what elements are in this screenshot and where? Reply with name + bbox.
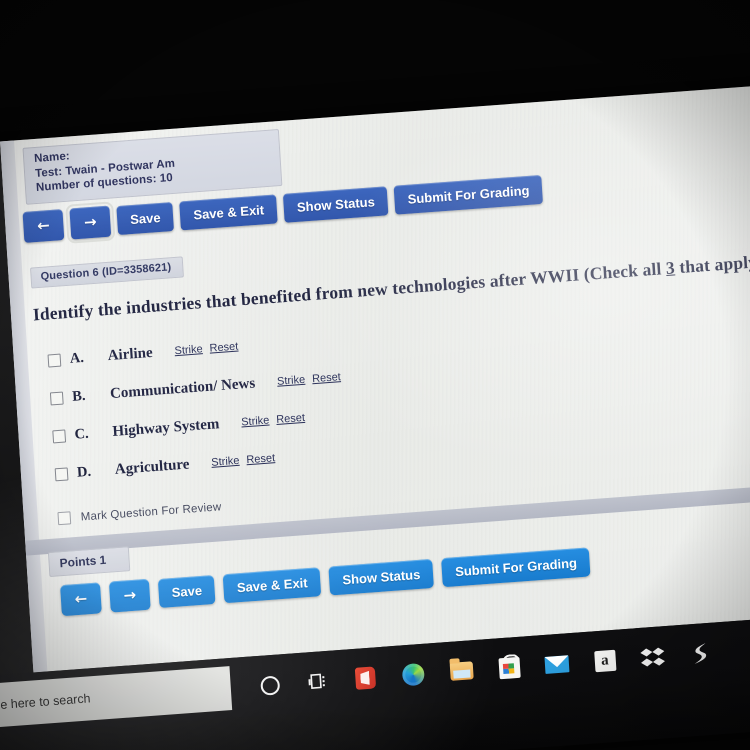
choice-text-a: Airline xyxy=(107,344,154,364)
choice-text-c: Highway System xyxy=(111,415,220,440)
reset-link-c[interactable]: Reset xyxy=(276,412,305,426)
strike-link-d[interactable]: Strike xyxy=(211,455,240,469)
checkbox-c[interactable] xyxy=(52,428,67,443)
save-button-top[interactable]: Save xyxy=(116,201,175,236)
microsoft-store-icon[interactable] xyxy=(495,654,523,682)
choice-letter-c: C. xyxy=(74,425,90,443)
arrow-left-icon-bottom: ← xyxy=(74,589,88,609)
next-question-button-bottom[interactable]: → xyxy=(108,578,151,613)
mark-for-review-row[interactable]: Mark Question For Review xyxy=(57,500,222,526)
mail-icon[interactable] xyxy=(543,650,571,678)
arrow-right-icon-bottom: → xyxy=(122,585,137,605)
choice-letter-a: A. xyxy=(69,349,85,367)
checkbox-mark-for-review[interactable] xyxy=(57,511,72,526)
amazon-glyph: a xyxy=(593,649,616,672)
prev-question-button[interactable]: ← xyxy=(22,209,65,243)
submit-for-grading-button-bottom[interactable]: Submit For Grading xyxy=(441,547,591,588)
reset-link-b[interactable]: Reset xyxy=(312,371,341,385)
save-and-exit-button-bottom[interactable]: Save & Exit xyxy=(223,567,322,604)
reset-link-d[interactable]: Reset xyxy=(246,452,275,466)
show-status-button-bottom[interactable]: Show Status xyxy=(328,558,435,596)
prev-question-button-bottom[interactable]: ← xyxy=(60,582,102,617)
save-button-bottom[interactable]: Save xyxy=(157,574,216,609)
submit-for-grading-button-top[interactable]: Submit For Grading xyxy=(393,174,544,215)
task-view-glyph xyxy=(308,673,325,689)
reset-link-a[interactable]: Reset xyxy=(209,341,238,355)
office-icon[interactable] xyxy=(352,664,380,692)
amazon-icon[interactable]: a xyxy=(591,647,619,675)
checkbox-d[interactable] xyxy=(54,466,69,481)
arrow-left-icon: ← xyxy=(36,216,51,235)
edge-icon[interactable] xyxy=(400,661,428,689)
choice-c-links: Strike Reset xyxy=(241,412,305,429)
choice-letter-d: D. xyxy=(76,463,92,481)
photograph-of-monitor: Name: Test: Twain - Postwar Am Number of… xyxy=(0,0,750,750)
arrow-right-icon: → xyxy=(83,212,98,232)
choice-a-links: Strike Reset xyxy=(174,341,238,358)
question-stem: Identify the industries that benefited f… xyxy=(32,246,750,326)
next-question-button[interactable]: → xyxy=(65,201,116,244)
search-input[interactable]: pe here to search xyxy=(0,666,233,729)
show-status-button-top[interactable]: Show Status xyxy=(283,186,389,223)
test-page: Name: Test: Twain - Postwar Am Number of… xyxy=(0,80,750,673)
choice-d-links: Strike Reset xyxy=(211,452,275,469)
file-explorer-icon[interactable] xyxy=(447,657,475,685)
choice-text-b: Communication/ News xyxy=(109,374,256,402)
monitor-screen: Name: Test: Twain - Postwar Am Number of… xyxy=(0,80,750,750)
choice-text-d: Agriculture xyxy=(114,455,190,478)
choice-letter-b: B. xyxy=(71,387,86,405)
dropbox-glyph xyxy=(640,647,665,667)
choice-b-links: Strike Reset xyxy=(277,371,341,388)
mark-for-review-label: Mark Question For Review xyxy=(80,500,222,524)
points-box: Points 1 xyxy=(47,546,130,578)
slack-icon[interactable] xyxy=(687,640,715,668)
question-header: Question 6 (ID=3358621) xyxy=(30,256,184,289)
question-stem-part2: that apply). xyxy=(678,250,750,278)
task-view-icon[interactable] xyxy=(304,668,332,696)
save-and-exit-button-top[interactable]: Save & Exit xyxy=(179,194,278,231)
toolbar-bottom: ← → Save Save & Exit Show Status Submit … xyxy=(60,546,591,617)
answer-choice-list: A. Airline Strike Reset B. Communication… xyxy=(47,301,615,494)
dropbox-icon[interactable] xyxy=(639,643,667,671)
strike-link-c[interactable]: Strike xyxy=(241,415,270,429)
strike-link-a[interactable]: Strike xyxy=(174,343,203,357)
checkbox-b[interactable] xyxy=(49,391,64,405)
checkbox-a[interactable] xyxy=(47,353,62,368)
strike-link-b[interactable]: Strike xyxy=(277,374,306,388)
test-info-box: Name: Test: Twain - Postwar Am Number of… xyxy=(22,129,283,205)
cortana-icon[interactable] xyxy=(256,671,284,699)
slack-glyph xyxy=(694,643,707,664)
